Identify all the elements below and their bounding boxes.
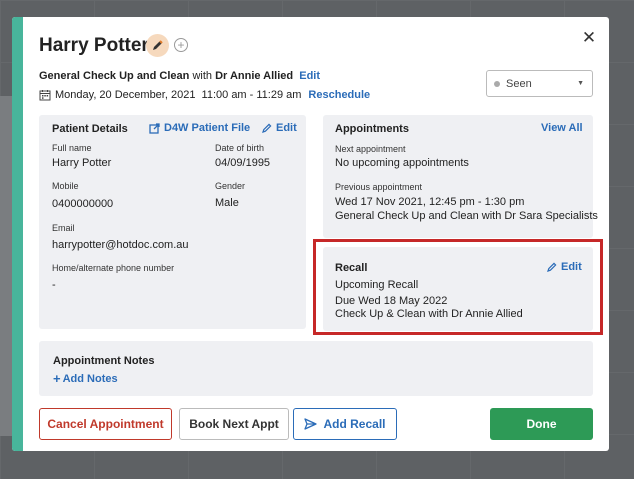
done-button[interactable]: Done — [490, 408, 593, 440]
status-select[interactable]: Seen ▼ — [486, 70, 593, 97]
next-appointment-value: No upcoming appointments — [335, 157, 469, 169]
send-icon — [304, 418, 318, 430]
view-all-link[interactable]: View All — [541, 122, 583, 134]
plus-icon: + — [53, 371, 61, 386]
pencil-icon — [547, 262, 557, 272]
d4w-patient-file-label: D4W Patient File — [164, 122, 251, 134]
edit-recall-link[interactable]: Edit — [547, 261, 582, 273]
gender-value: Male — [215, 197, 239, 209]
recall-due: Due Wed 18 May 2022 — [335, 295, 448, 307]
patient-details-title: Patient Details — [52, 123, 128, 135]
book-next-appt-button[interactable]: Book Next Appt — [179, 408, 289, 440]
recall-title: Recall — [335, 262, 368, 274]
close-button[interactable]: ✕ — [579, 28, 599, 48]
pencil-badge[interactable] — [146, 34, 169, 57]
dob-value: 04/09/1995 — [215, 157, 271, 169]
appointment-modal: ✕ Harry Potter + General Check Up and Cl… — [12, 17, 609, 451]
recall-desc: Check Up & Clean with Dr Annie Allied — [335, 308, 523, 320]
add-notes-link[interactable]: + Add Notes — [53, 372, 118, 385]
patient-details-panel: Patient Details D4W Patient File Edit Fu… — [39, 115, 306, 329]
pencil-icon — [153, 40, 163, 50]
appointment-notes-title: Appointment Notes — [53, 355, 155, 367]
appointment-summary: General Check Up and Clean with Dr Annie… — [39, 70, 320, 82]
reschedule-link[interactable]: Reschedule — [308, 89, 370, 101]
recall-status: Upcoming Recall — [335, 279, 419, 291]
home-phone-label: Home/alternate phone number — [52, 263, 175, 273]
d4w-patient-file-link[interactable]: D4W Patient File — [149, 122, 250, 134]
add-recall-label: Add Recall — [323, 417, 386, 431]
appointment-type: General Check Up and Clean — [39, 70, 190, 82]
edit-patient-label: Edit — [276, 122, 297, 134]
appointment-with: with — [192, 70, 213, 82]
patient-name[interactable]: Harry Potter — [39, 35, 149, 57]
email-label: Email — [52, 223, 75, 233]
appointments-title: Appointments — [335, 123, 409, 135]
external-link-icon — [149, 122, 160, 134]
mobile-value: 0400000000 — [52, 198, 114, 210]
edit-appointment-link[interactable]: Edit — [299, 70, 320, 82]
edit-recall-label: Edit — [561, 261, 582, 273]
pencil-icon — [262, 123, 272, 133]
appointment-datetime-row: Monday, 20 December, 2021 11:00 am - 11:… — [39, 89, 370, 101]
add-notes-label: Add Notes — [62, 372, 118, 385]
previous-appointment-datetime: Wed 17 Nov 2021, 12:45 pm - 1:30 pm — [335, 196, 525, 208]
dob-label: Date of birth — [215, 143, 265, 153]
edit-patient-link[interactable]: Edit — [262, 122, 297, 134]
close-icon: ✕ — [581, 28, 597, 47]
modal-accent-bar — [12, 17, 23, 451]
email-value: harrypotter@hotdoc.com.au — [52, 239, 189, 251]
previous-appointment-desc: General Check Up and Clean with Dr Sara … — [335, 210, 598, 222]
home-phone-value: - — [52, 279, 56, 291]
appointment-notes-panel: Appointment Notes + Add Notes — [39, 341, 593, 396]
next-appointment-label: Next appointment — [335, 144, 406, 154]
appointment-provider: Dr Annie Allied — [215, 70, 294, 82]
recall-panel: Recall Edit Upcoming Recall Due Wed 18 M… — [323, 247, 593, 331]
full-name-value: Harry Potter — [52, 157, 112, 169]
background-panel — [0, 96, 12, 436]
previous-appointment-label: Previous appointment — [335, 182, 423, 192]
add-circle-icon[interactable]: + — [174, 38, 188, 52]
appointments-panel: Appointments View All Next appointment N… — [323, 115, 598, 238]
cancel-appointment-button[interactable]: Cancel Appointment — [39, 408, 172, 440]
gender-label: Gender — [215, 181, 246, 191]
calendar-icon — [39, 90, 51, 101]
add-recall-button[interactable]: Add Recall — [293, 408, 397, 440]
full-name-label: Full name — [52, 143, 92, 153]
status-value: Seen — [506, 77, 532, 90]
mobile-label: Mobile — [52, 181, 79, 191]
status-dot-icon — [494, 80, 500, 87]
caret-down-icon: ▼ — [577, 80, 584, 87]
appointment-datetime: Monday, 20 December, 2021 11:00 am - 11:… — [55, 89, 302, 101]
